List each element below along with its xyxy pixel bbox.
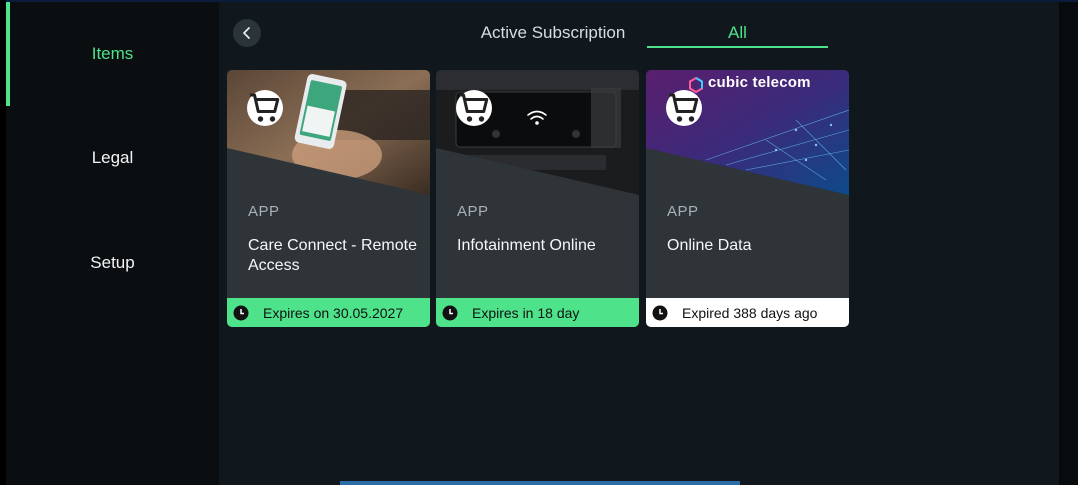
sidebar-item-label: Setup [90,253,135,272]
status-bar: Expires on 30.05.2027 [227,298,430,327]
sidebar-item-label: Items [91,44,134,63]
clock-icon [233,305,249,320]
right-edge [1059,2,1078,485]
bottom-indicator-bar [340,481,740,485]
card-type: APP [248,203,280,220]
tab-active-underline [647,46,828,48]
back-button[interactable] [233,19,261,47]
shopping-cart-icon [666,90,702,126]
sidebar-item-setup[interactable]: Setup [6,211,219,315]
main-panel: Active Subscription All APP Care Connect… [219,2,1059,485]
shopping-cart-icon [247,90,283,126]
sidebar-item-label: Legal [91,148,134,167]
tab-all[interactable]: All [647,19,828,47]
status-text: Expires in 18 day [472,304,580,321]
clock-icon [652,305,668,320]
subscription-card-online-data[interactable]: cubic telecom APP Online Data Expired 38… [646,70,849,327]
card-title: Infotainment Online [457,237,596,254]
card-type: APP [667,203,699,220]
card-image-dashboard [436,70,639,195]
status-bar: Expired 388 days ago [646,298,849,327]
subscription-card-care-connect[interactable]: APP Care Connect - Remote Access Expires… [227,70,430,327]
sidebar-item-items[interactable]: Items [6,2,219,106]
card-title: Online Data [667,237,752,254]
tab-label: All [728,23,747,42]
status-bar: Expires in 18 day [436,298,639,327]
subscription-card-infotainment[interactable]: APP Infotainment Online Expires in 18 da… [436,70,639,327]
brand-logo-text: cubic telecom [708,74,811,91]
tab-active-subscription[interactable]: Active Subscription [467,19,639,47]
shopping-cart-icon [456,90,492,126]
card-type: APP [457,203,489,220]
sidebar: Items Legal Setup [6,2,219,485]
card-title: Care Connect - Remote Access [248,237,417,274]
clock-icon [442,305,458,320]
sidebar-item-legal[interactable]: Legal [6,106,219,210]
status-text: Expires on 30.05.2027 [263,304,404,321]
chevron-left-icon [243,27,250,39]
tab-label: Active Subscription [480,23,626,42]
status-text: Expired 388 days ago [682,304,818,321]
card-image-phone-in-car [227,70,430,195]
card-image-cubic-telecom: cubic telecom [646,70,849,195]
